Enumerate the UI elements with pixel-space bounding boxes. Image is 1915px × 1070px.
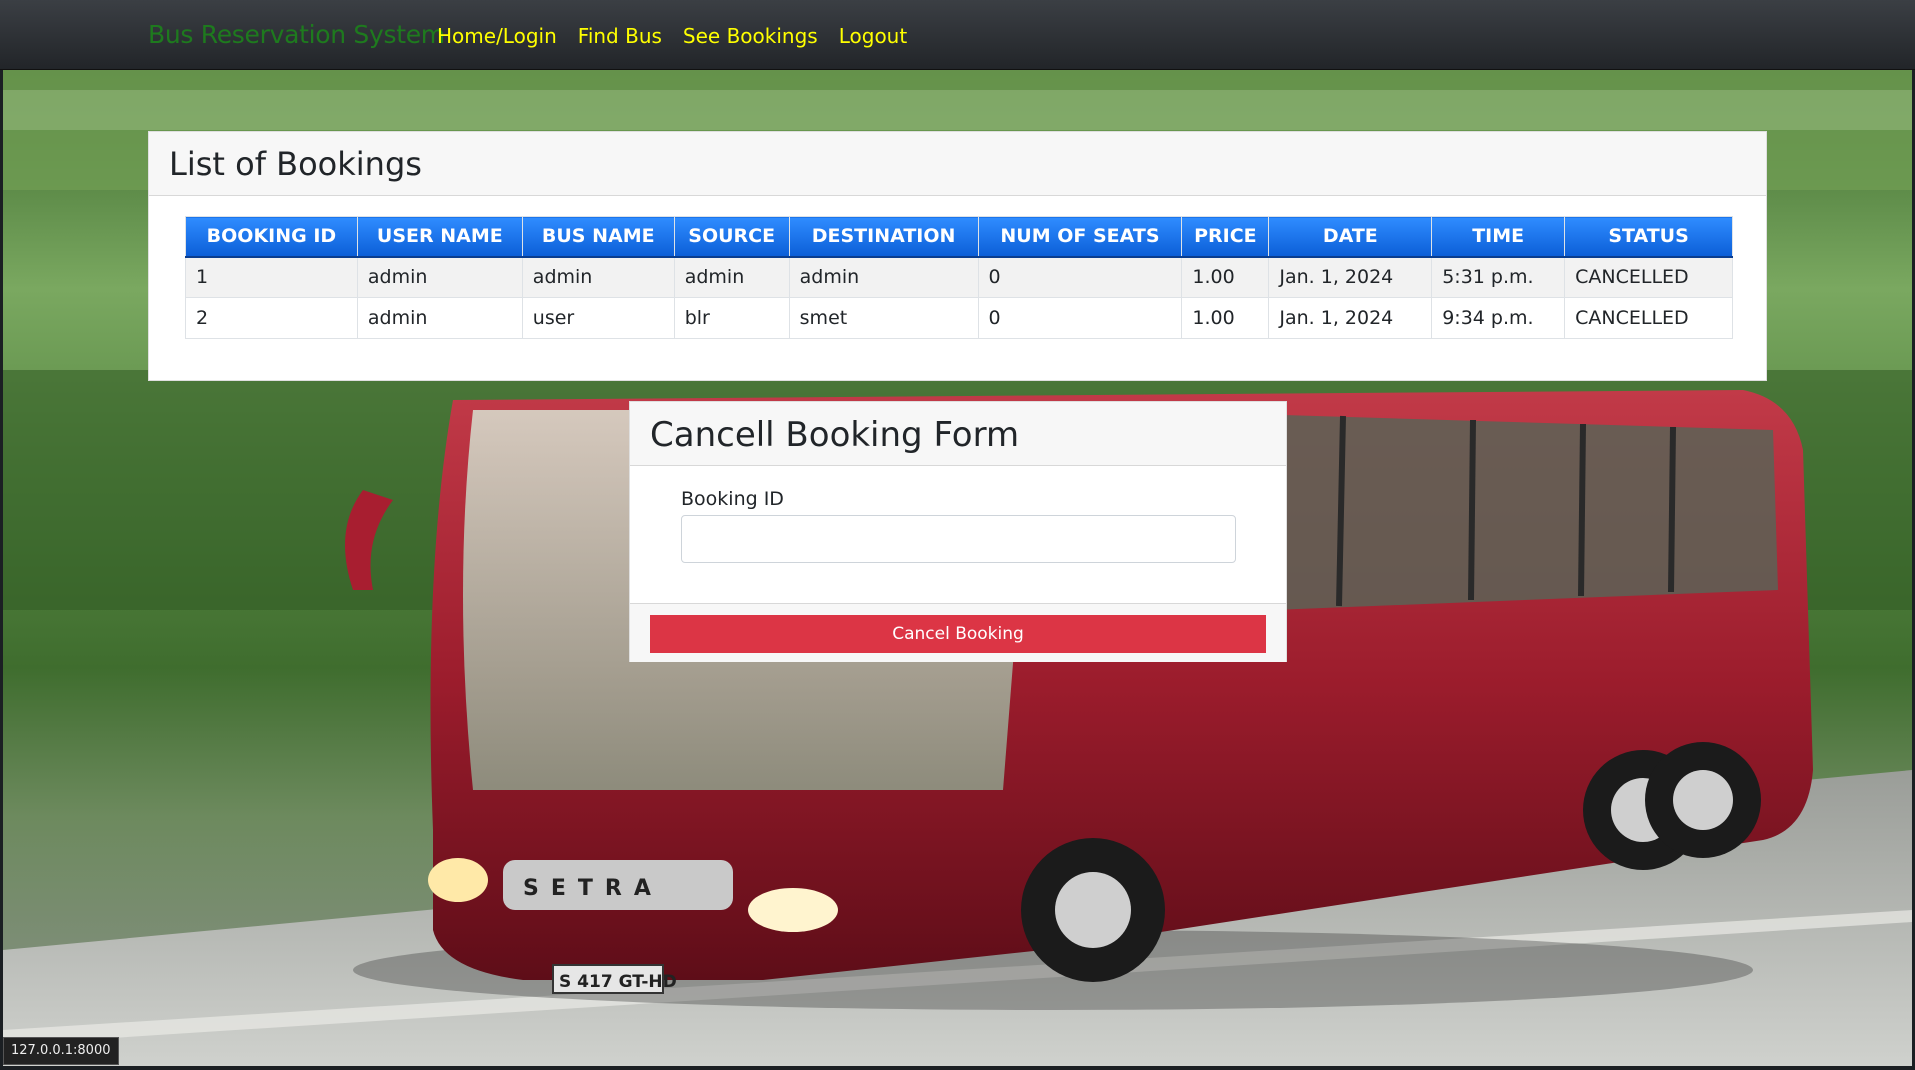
cell-user-name: admin (356, 256, 523, 298)
cell-bus-name: user (521, 297, 675, 339)
nav-link-home-login[interactable]: Home/Login (437, 23, 557, 49)
booking-id-label: Booking ID (681, 488, 784, 510)
bus-brand-text: SETRA (523, 876, 663, 901)
cell-booking-id: 1 (185, 256, 358, 298)
nav-link-logout[interactable]: Logout (839, 23, 907, 49)
cancel-form-footer: Cancel Booking (630, 603, 1286, 662)
status-url: 127.0.0.1:8000 (3, 1037, 119, 1065)
column-header-user-name: USER NAME (356, 216, 523, 258)
cell-price: 1.00 (1181, 297, 1270, 339)
cell-time: 5:31 p.m. (1431, 256, 1566, 298)
table-header-row: BOOKING ID USER NAME BUS NAME SOURCE DES… (185, 216, 1733, 258)
cell-status: CANCELLED (1564, 297, 1733, 339)
cell-num-of-seats: 0 (977, 297, 1183, 339)
brand-link[interactable]: Bus Reservation System (148, 20, 445, 50)
column-header-bus-name: BUS NAME (521, 216, 675, 258)
cell-price: 1.00 (1181, 256, 1270, 298)
cancel-booking-button[interactable]: Cancel Booking (650, 615, 1266, 653)
nav-link-find-bus[interactable]: Find Bus (578, 23, 662, 49)
column-header-destination: DESTINATION (788, 216, 979, 258)
column-header-booking-id: BOOKING ID (185, 216, 358, 258)
cell-status: CANCELLED (1564, 256, 1733, 298)
cell-date: Jan. 1, 2024 (1268, 297, 1433, 339)
table-row: 2 admin user blr smet 0 1.00 Jan. 1, 202… (185, 297, 1733, 339)
cell-bus-name: admin (521, 256, 675, 298)
column-header-price: PRICE (1181, 216, 1270, 258)
cell-booking-id: 2 (185, 297, 358, 339)
bookings-title: List of Bookings (149, 132, 1766, 196)
bookings-table: BOOKING ID USER NAME BUS NAME SOURCE DES… (185, 216, 1733, 339)
column-header-status: STATUS (1564, 216, 1733, 258)
cancel-booking-card: Cancell Booking Form Booking ID Cancel B… (629, 401, 1287, 662)
column-header-time: TIME (1431, 216, 1566, 258)
column-header-date: DATE (1268, 216, 1433, 258)
column-header-source: SOURCE (673, 216, 790, 258)
cell-user-name: admin (356, 297, 523, 339)
cell-source: blr (673, 297, 790, 339)
nav-links: Home/Login Find Bus See Bookings Logout (437, 23, 907, 49)
cell-time: 9:34 p.m. (1431, 297, 1566, 339)
cell-destination: smet (788, 297, 979, 339)
cell-source: admin (673, 256, 790, 298)
cell-destination: admin (788, 256, 979, 298)
license-plate-text: S 417 GT-HD (559, 972, 677, 992)
cancel-form-title: Cancell Booking Form (630, 402, 1286, 466)
table-row: 1 admin admin admin admin 0 1.00 Jan. 1,… (185, 256, 1733, 298)
column-header-num-of-seats: NUM OF SEATS (977, 216, 1183, 258)
cell-num-of-seats: 0 (977, 256, 1183, 298)
booking-id-input[interactable] (681, 515, 1236, 563)
bookings-card: List of Bookings BOOKING ID USER NAME BU… (148, 131, 1767, 381)
nav-link-see-bookings[interactable]: See Bookings (683, 23, 818, 49)
top-navbar: Bus Reservation System Home/Login Find B… (0, 0, 1915, 70)
cell-date: Jan. 1, 2024 (1268, 256, 1433, 298)
